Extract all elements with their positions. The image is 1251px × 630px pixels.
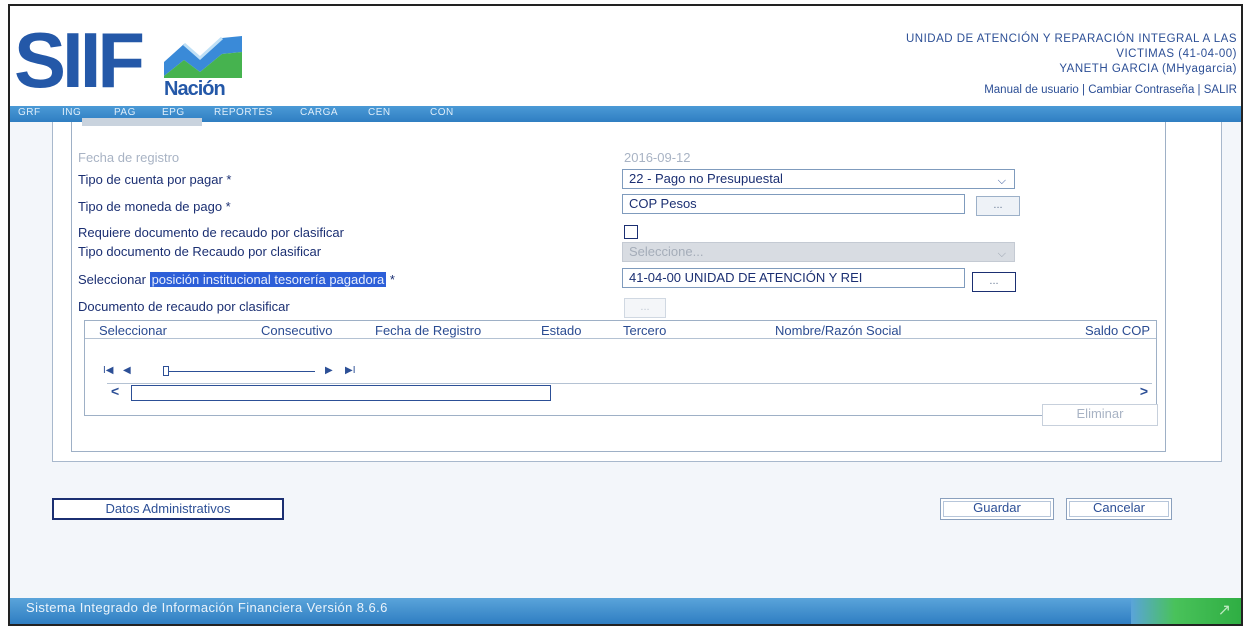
- table-header: Seleccionar Consecutivo Fecha de Registr…: [85, 321, 1156, 339]
- col-estado[interactable]: Estado: [541, 323, 581, 338]
- documento-recaudo-label: Documento de recaudo por clasificar: [78, 299, 290, 314]
- tipo-cuenta-select[interactable]: 22 - Pago no Presupuestal ⌵: [622, 169, 1015, 189]
- seleccionar-word: Seleccionar: [78, 272, 146, 287]
- col-nombre-razon-social[interactable]: Nombre/Razón Social: [775, 323, 901, 338]
- menu-item-pag[interactable]: PAG: [114, 107, 136, 118]
- col-consecutivo[interactable]: Consecutivo: [261, 323, 333, 338]
- form-panel: Fecha de registro 2016-09-12 Tipo de cue…: [52, 118, 1222, 462]
- fecha-registro-label: Fecha de registro: [78, 150, 180, 165]
- seleccionar-posicion-label: Seleccionar posición institucional tesor…: [78, 272, 395, 287]
- header-links: Manual de usuario | Cambiar Contraseña |…: [984, 84, 1237, 96]
- last-page-icon[interactable]: ▶I: [345, 365, 355, 376]
- menu-item-carga[interactable]: CARGA: [300, 107, 338, 118]
- siif-logo: SIIF Nación: [14, 20, 254, 100]
- menu-item-grf[interactable]: GRF: [18, 107, 41, 118]
- arrow-up-right-icon: ↗: [1217, 602, 1231, 619]
- menu-item-reportes[interactable]: REPORTES: [214, 107, 273, 118]
- fieldset-legend: [82, 118, 202, 126]
- tipo-moneda-label: Tipo de moneda de pago *: [78, 199, 231, 214]
- col-fecha-registro[interactable]: Fecha de Registro: [375, 323, 481, 338]
- logo-wave-icon: [162, 32, 244, 78]
- page-slider[interactable]: [165, 371, 315, 372]
- tipo-documento-value: Seleccione...: [629, 244, 704, 259]
- guardar-button[interactable]: Guardar: [940, 498, 1054, 520]
- menu-item-cen[interactable]: CEN: [368, 107, 391, 118]
- footer-version-text: Sistema Integrado de Información Financi…: [26, 600, 388, 615]
- selected-text-highlight: posición institucional tesorería pagador…: [149, 272, 387, 287]
- posicion-search-button[interactable]: ...: [972, 272, 1016, 292]
- fecha-registro-value: 2016-09-12: [624, 150, 691, 165]
- logo-text: SIIF: [14, 16, 145, 104]
- exit-link[interactable]: SALIR: [1204, 84, 1237, 96]
- cancelar-button[interactable]: Cancelar: [1066, 498, 1172, 520]
- documento-recaudo-search-button[interactable]: ...: [624, 298, 666, 318]
- change-password-link[interactable]: Cambiar Contraseña: [1088, 84, 1194, 96]
- tipo-moneda-field[interactable]: COP Pesos: [622, 194, 965, 214]
- entity-name-line2: VICTIMAS (41-04-00): [1116, 48, 1237, 60]
- datos-administrativos-button[interactable]: Datos Administrativos: [52, 498, 284, 520]
- entity-name-line1: UNIDAD DE ATENCIÓN Y REPARACIÓN INTEGRAL…: [905, 33, 1237, 45]
- prev-page-icon[interactable]: ◀: [123, 365, 131, 376]
- menu-item-epg[interactable]: EPG: [162, 107, 185, 118]
- app-window: SIIF Nación UNIDAD DE ATENCIÓN Y REPARAC…: [8, 4, 1243, 626]
- next-page-icon[interactable]: ▶: [325, 365, 333, 376]
- posicion-institucional-field[interactable]: 41-04-00 UNIDAD DE ATENCIÓN Y REI: [622, 268, 965, 288]
- required-asterisk: *: [389, 272, 395, 287]
- logo-subtext: Nación: [164, 78, 226, 100]
- entity-info: UNIDAD DE ATENCIÓN Y REPARACIÓN INTEGRAL…: [906, 32, 1237, 77]
- documentos-table: Seleccionar Consecutivo Fecha de Registr…: [84, 320, 1157, 416]
- manual-link[interactable]: Manual de usuario: [984, 84, 1079, 96]
- scrollbar-thumb[interactable]: [131, 385, 551, 401]
- tipo-documento-label: Tipo documento de Recaudo por clasificar: [78, 244, 322, 259]
- eliminar-button[interactable]: Eliminar: [1042, 404, 1158, 426]
- chevron-down-icon: ⌵: [997, 248, 1006, 260]
- tipo-moneda-search-button[interactable]: ...: [976, 196, 1020, 216]
- tipo-documento-select[interactable]: Seleccione... ⌵: [622, 242, 1015, 262]
- link-separator: |: [1082, 84, 1086, 96]
- requiere-documento-checkbox[interactable]: [624, 225, 638, 239]
- scroll-right-icon[interactable]: >: [1140, 383, 1148, 399]
- col-seleccionar[interactable]: Seleccionar: [99, 323, 167, 338]
- requiere-documento-label: Requiere documento de recaudo por clasif…: [78, 225, 344, 240]
- menu-item-con[interactable]: CON: [430, 107, 454, 118]
- page-slider-thumb[interactable]: [163, 366, 169, 376]
- footer-bar: Sistema Integrado de Información Financi…: [10, 598, 1241, 624]
- horizontal-scrollbar[interactable]: < >: [107, 383, 1152, 401]
- tipo-cuenta-value: 22 - Pago no Presupuestal: [629, 171, 783, 186]
- scroll-left-icon[interactable]: <: [111, 383, 119, 399]
- chevron-down-icon: ⌵: [997, 175, 1006, 187]
- tipo-cuenta-label: Tipo de cuenta por pagar *: [78, 172, 232, 187]
- col-tercero[interactable]: Tercero: [623, 323, 666, 338]
- datos-basicos-fieldset: Fecha de registro 2016-09-12 Tipo de cue…: [71, 118, 1166, 452]
- first-page-icon[interactable]: I◀: [103, 365, 113, 376]
- user-name: YANETH GARCIA (MHyagarcia): [1059, 63, 1237, 75]
- link-separator: |: [1197, 84, 1201, 96]
- col-saldo-cop[interactable]: Saldo COP: [1085, 323, 1150, 338]
- menu-item-ing[interactable]: ING: [62, 107, 81, 118]
- header: SIIF Nación UNIDAD DE ATENCIÓN Y REPARAC…: [10, 6, 1241, 106]
